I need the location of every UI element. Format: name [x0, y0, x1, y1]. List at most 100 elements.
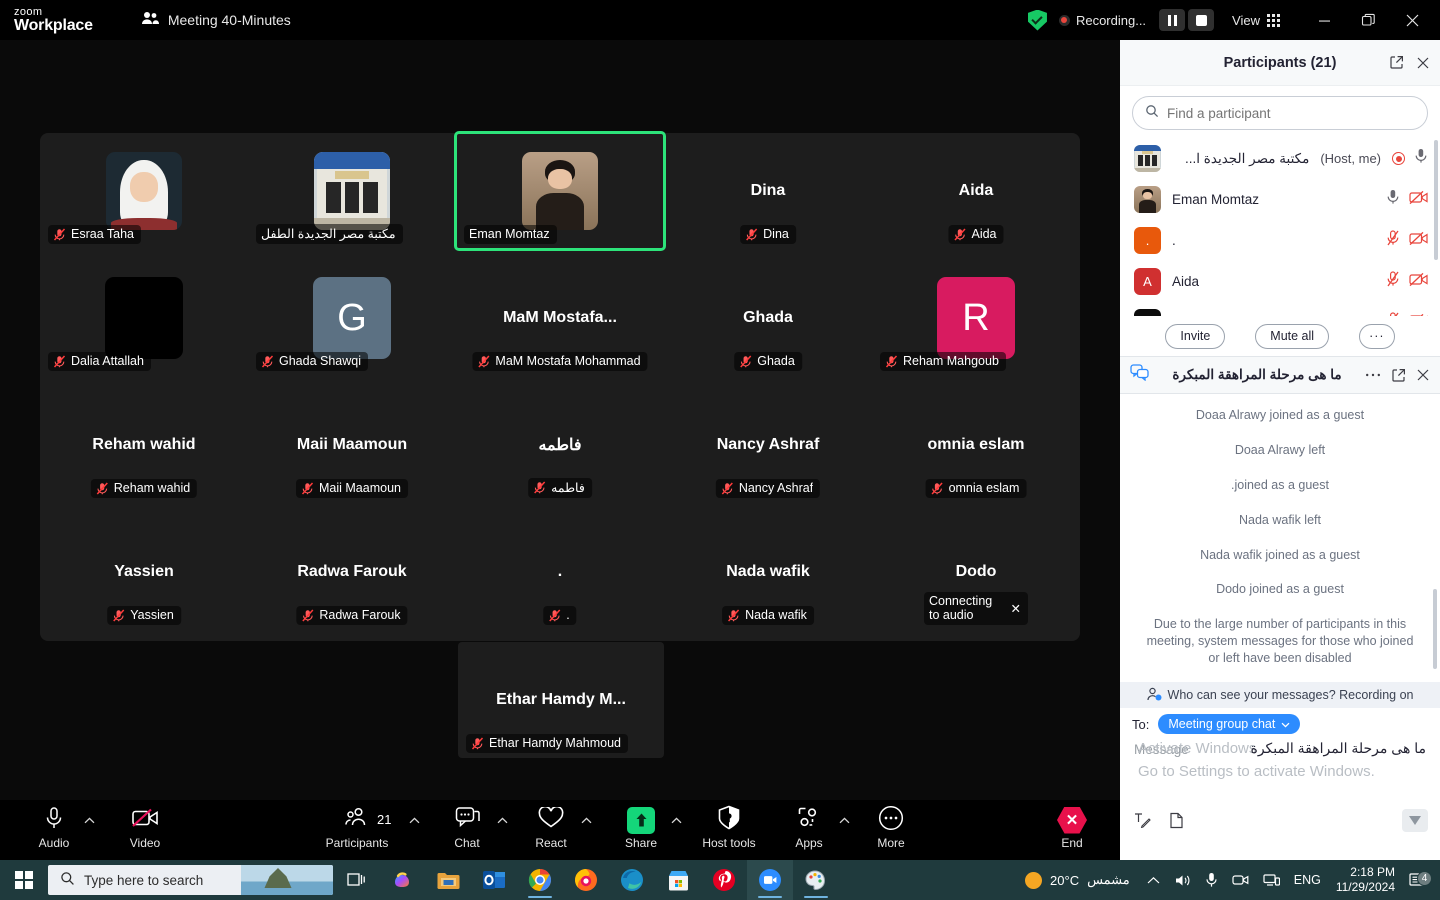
paint-icon[interactable] — [793, 860, 839, 900]
camera-off-icon[interactable] — [1409, 272, 1428, 292]
toolbar-audio-button[interactable]: Audio — [22, 806, 86, 850]
video-tile[interactable]: Dodo Connecting to audio ✕ — [872, 514, 1080, 630]
video-tile-overflow[interactable]: Ethar Hamdy M... Ethar Hamdy Mahmoud — [458, 642, 664, 758]
toolbar-video-button[interactable]: Video — [113, 806, 177, 850]
taskbar-clock[interactable]: 2:18 PM 11/29/2024 — [1328, 865, 1403, 895]
camera-icon[interactable] — [1225, 860, 1256, 900]
video-tile[interactable]: Dalia Attallah — [40, 260, 248, 376]
pause-recording-button[interactable] — [1159, 9, 1186, 31]
close-icon[interactable] — [1416, 56, 1430, 70]
meeting-info[interactable]: Meeting 40-Minutes — [141, 11, 291, 30]
participant-row[interactable]: .. — [1120, 220, 1440, 261]
chat-popout-icon[interactable] — [1391, 368, 1406, 383]
outlook-icon[interactable] — [471, 860, 517, 900]
toolbar-more-button[interactable]: More — [859, 805, 923, 850]
mic-off-icon[interactable] — [1386, 230, 1400, 251]
video-tile[interactable]: Esraa Taha — [40, 133, 248, 249]
mic-on-icon[interactable] — [1386, 189, 1400, 210]
file-icon[interactable] — [1169, 812, 1184, 829]
popout-icon[interactable] — [1389, 55, 1404, 70]
video-tile[interactable]: Radwa Farouk Radwa Farouk — [248, 514, 456, 630]
copilot-icon[interactable] — [379, 860, 425, 900]
video-tile[interactable]: Maii Maamoun Maii Maamoun — [248, 387, 456, 503]
camera-off-icon[interactable] — [1409, 313, 1428, 316]
video-tile[interactable]: Ghada Ghada — [664, 260, 872, 376]
video-tile[interactable]: Reham wahid Reham wahid — [40, 387, 248, 503]
toolbar-chat-button[interactable]: Chat — [435, 806, 499, 850]
video-tile[interactable]: فاطمه فاطمه — [456, 387, 664, 503]
video-tile[interactable]: Eman Momtaz — [454, 131, 666, 251]
restore-button[interactable] — [1346, 0, 1390, 40]
recipient-dropdown[interactable]: Meeting group chat — [1158, 714, 1301, 734]
participant-row[interactable]: مكتبة مصر الجديدة ا... (Host, me) — [1120, 138, 1440, 179]
camera-off-icon[interactable] — [1409, 190, 1428, 210]
windows-start-icon[interactable] — [0, 860, 48, 900]
search-input[interactable] — [1167, 105, 1415, 121]
video-tile[interactable]: Dina Dina — [664, 133, 872, 249]
pinterest-icon[interactable] — [701, 860, 747, 900]
participant-row[interactable]: A Aida — [1120, 261, 1440, 302]
chat-privacy-bar[interactable]: Who can see your messages? Recording on — [1120, 682, 1440, 708]
connecting-to-audio[interactable]: Connecting to audio ✕ — [924, 592, 1028, 625]
view-button[interactable]: View — [1232, 13, 1280, 28]
participant-row[interactable]: Eman Momtaz — [1120, 179, 1440, 220]
video-tile[interactable]: .. — [456, 514, 664, 630]
microphone-icon[interactable] — [1198, 860, 1225, 900]
language-indicator[interactable]: ENG — [1287, 860, 1328, 900]
close-button[interactable] — [1390, 0, 1434, 40]
chevron-up-icon[interactable] — [1140, 860, 1167, 900]
participant-list[interactable]: مكتبة مصر الجديدة ا... (Host, me) Eman Mom… — [1120, 138, 1440, 316]
participant-list-scrollbar[interactable] — [1434, 140, 1438, 260]
video-tile[interactable]: Nada wafik Nada wafik — [664, 514, 872, 630]
firefox-icon[interactable] — [563, 860, 609, 900]
participant-row[interactable]: Dalia Attallah — [1120, 302, 1440, 316]
taskbar-search[interactable]: Type here to search — [48, 865, 333, 895]
watermark-line1: Activate Windows — [1138, 740, 1257, 757]
chrome-icon[interactable] — [517, 860, 563, 900]
participants-more-button[interactable]: ··· — [1359, 323, 1395, 349]
microsoft-store-icon[interactable] — [655, 860, 701, 900]
volume-icon[interactable] — [1167, 860, 1198, 900]
toolbar-apps-button[interactable]: Apps — [777, 806, 841, 850]
video-tile[interactable]: omnia eslam omnia eslam — [872, 387, 1080, 503]
chat-input-tools — [1120, 802, 1440, 838]
chat-scrollbar[interactable] — [1433, 589, 1437, 669]
weather-widget[interactable]: 20°C مشمس — [1017, 871, 1140, 889]
toolbar-host-tools-button[interactable]: Host tools — [697, 805, 761, 850]
notification-icon[interactable]: 4 — [1403, 871, 1436, 889]
chat-close-icon[interactable] — [1416, 368, 1430, 382]
mic-off-icon[interactable] — [1386, 271, 1400, 292]
mute-all-button[interactable]: Mute all — [1255, 323, 1330, 349]
video-tile[interactable]: MaM Mostafa... MaM Mostafa Mohammad — [456, 260, 664, 376]
video-tile[interactable]: G Ghada Shawqi — [248, 260, 456, 376]
video-tile[interactable]: Aida Aida — [872, 133, 1080, 249]
invite-button[interactable]: Invite — [1165, 323, 1226, 349]
toolbar-share-button[interactable]: Share — [609, 806, 673, 850]
tile-participant-name: Dalia Attallah — [71, 354, 144, 368]
zoom-icon[interactable] — [747, 860, 793, 900]
chat-messages[interactable]: Doaa Alrawy joined as a guest Doaa Alrawy… — [1120, 394, 1440, 682]
video-tile[interactable]: Yassien Yassien — [40, 514, 248, 630]
stop-recording-button[interactable] — [1188, 9, 1215, 31]
edge-icon[interactable] — [609, 860, 655, 900]
mic-off-icon[interactable] — [1386, 312, 1400, 316]
tile-name-badge: Eman Momtaz — [464, 225, 557, 244]
video-tile[interactable]: مكتبة مصر الجديدة الطفل — [248, 133, 456, 249]
minimize-button[interactable] — [1302, 0, 1346, 40]
chat-input-area[interactable]: Message Activate Windows Go to Settings … — [1120, 740, 1440, 802]
video-tile[interactable]: R Reham Mahgoub — [872, 260, 1080, 376]
search-box[interactable] — [1132, 96, 1428, 130]
network-icon[interactable] — [1256, 860, 1287, 900]
toolbar-participants-button[interactable]: Participants — [325, 806, 389, 850]
toolbar-caret-icon[interactable] — [409, 816, 420, 827]
send-icon[interactable] — [1402, 808, 1428, 832]
task-view-icon[interactable] — [333, 860, 379, 900]
toolbar-end-button[interactable]: ✕ End — [1040, 806, 1104, 850]
mic-on-icon[interactable] — [1414, 148, 1428, 169]
file-explorer-icon[interactable] — [425, 860, 471, 900]
camera-off-icon[interactable] — [1409, 231, 1428, 251]
video-tile[interactable]: Nancy Ashraf Nancy Ashraf — [664, 387, 872, 503]
toolbar-react-button[interactable]: React — [519, 805, 583, 850]
chat-more-icon[interactable] — [1365, 372, 1381, 378]
format-text-icon[interactable] — [1134, 812, 1151, 828]
